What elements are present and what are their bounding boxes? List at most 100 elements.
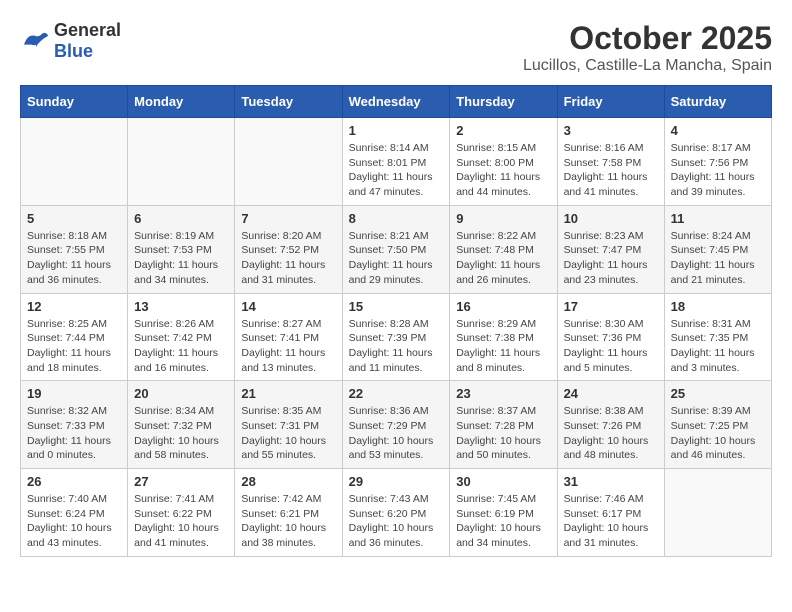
day-info: Sunrise: 7:40 AM Sunset: 6:24 PM Dayligh…: [27, 492, 121, 551]
calendar-cell: [128, 118, 235, 206]
day-info: Sunrise: 8:20 AM Sunset: 7:52 PM Dayligh…: [241, 229, 335, 288]
calendar-week-row: 5 Sunrise: 8:18 AM Sunset: 7:55 PM Daylig…: [21, 205, 772, 293]
calendar-cell: 10 Sunrise: 8:23 AM Sunset: 7:47 PM Dayli…: [557, 205, 664, 293]
calendar-cell: 20Sunrise: 8:34 AM Sunset: 7:32 PM Dayli…: [128, 381, 235, 469]
day-number: 16: [456, 299, 550, 314]
title-area: October 2025 Lucillos, Castille-La Manch…: [523, 20, 772, 75]
calendar-cell: [235, 118, 342, 206]
day-number: 8: [349, 211, 444, 226]
calendar-cell: 13 Sunrise: 8:26 AM Sunset: 7:42 PM Dayli…: [128, 293, 235, 381]
calendar-cell: 6Sunrise: 8:19 AM Sunset: 7:53 PM Daylig…: [128, 205, 235, 293]
calendar-cell: 22 Sunrise: 8:36 AM Sunset: 7:29 PM Dayli…: [342, 381, 450, 469]
weekday-header: Sunday: [21, 86, 128, 118]
calendar-cell: 19 Sunrise: 8:32 AM Sunset: 7:33 PM Dayli…: [21, 381, 128, 469]
day-number: 12: [27, 299, 121, 314]
calendar-cell: 31Sunrise: 7:46 AM Sunset: 6:17 PM Dayli…: [557, 469, 664, 557]
calendar-header-row: SundayMondayTuesdayWednesdayThursdayFrid…: [21, 86, 772, 118]
day-info: Sunrise: 8:16 AM Sunset: 7:58 PM Dayligh…: [564, 141, 658, 200]
day-number: 31: [564, 474, 658, 489]
day-info: Sunrise: 8:37 AM Sunset: 7:28 PM Dayligh…: [456, 404, 550, 463]
calendar-cell: [21, 118, 128, 206]
day-info: Sunrise: 7:41 AM Sunset: 6:22 PM Dayligh…: [134, 492, 228, 551]
day-info: Sunrise: 8:25 AM Sunset: 7:44 PM Dayligh…: [27, 317, 121, 376]
calendar-week-row: 19 Sunrise: 8:32 AM Sunset: 7:33 PM Dayli…: [21, 381, 772, 469]
calendar-table: SundayMondayTuesdayWednesdayThursdayFrid…: [20, 85, 772, 557]
calendar-cell: 28 Sunrise: 7:42 AM Sunset: 6:21 PM Dayli…: [235, 469, 342, 557]
day-info: Sunrise: 8:17 AM Sunset: 7:56 PM Dayligh…: [671, 141, 765, 200]
day-number: 28: [241, 474, 335, 489]
calendar-cell: 17 Sunrise: 8:30 AM Sunset: 7:36 PM Dayli…: [557, 293, 664, 381]
day-number: 18: [671, 299, 765, 314]
logo-bird-icon: [20, 30, 50, 52]
day-number: 22: [349, 386, 444, 401]
calendar-cell: 11Sunrise: 8:24 AM Sunset: 7:45 PM Dayli…: [664, 205, 771, 293]
day-number: 14: [241, 299, 335, 314]
calendar-cell: 14Sunrise: 8:27 AM Sunset: 7:41 PM Dayli…: [235, 293, 342, 381]
calendar-cell: 4 Sunrise: 8:17 AM Sunset: 7:56 PM Daylig…: [664, 118, 771, 206]
calendar-week-row: 26 Sunrise: 7:40 AM Sunset: 6:24 PM Dayli…: [21, 469, 772, 557]
calendar-cell: 8 Sunrise: 8:21 AM Sunset: 7:50 PM Daylig…: [342, 205, 450, 293]
location-title: Lucillos, Castille-La Mancha, Spain: [523, 57, 772, 75]
day-info: Sunrise: 7:42 AM Sunset: 6:21 PM Dayligh…: [241, 492, 335, 551]
day-info: Sunrise: 8:31 AM Sunset: 7:35 PM Dayligh…: [671, 317, 765, 376]
calendar-cell: 26 Sunrise: 7:40 AM Sunset: 6:24 PM Dayli…: [21, 469, 128, 557]
calendar-week-row: 12 Sunrise: 8:25 AM Sunset: 7:44 PM Dayli…: [21, 293, 772, 381]
day-number: 10: [564, 211, 658, 226]
logo-blue: Blue: [54, 41, 93, 61]
day-number: 30: [456, 474, 550, 489]
day-number: 29: [349, 474, 444, 489]
weekday-header: Saturday: [664, 86, 771, 118]
weekday-header: Monday: [128, 86, 235, 118]
day-number: 4: [671, 123, 765, 138]
day-number: 3: [564, 123, 658, 138]
calendar-cell: 25Sunrise: 8:39 AM Sunset: 7:25 PM Dayli…: [664, 381, 771, 469]
calendar-cell: 24 Sunrise: 8:38 AM Sunset: 7:26 PM Dayli…: [557, 381, 664, 469]
calendar-cell: [664, 469, 771, 557]
weekday-header: Friday: [557, 86, 664, 118]
calendar-cell: 27 Sunrise: 7:41 AM Sunset: 6:22 PM Dayli…: [128, 469, 235, 557]
day-info: Sunrise: 7:45 AM Sunset: 6:19 PM Dayligh…: [456, 492, 550, 551]
day-info: Sunrise: 8:30 AM Sunset: 7:36 PM Dayligh…: [564, 317, 658, 376]
day-info: Sunrise: 8:39 AM Sunset: 7:25 PM Dayligh…: [671, 404, 765, 463]
calendar-cell: 30 Sunrise: 7:45 AM Sunset: 6:19 PM Dayli…: [450, 469, 557, 557]
month-title: October 2025: [523, 20, 772, 57]
calendar-cell: 18 Sunrise: 8:31 AM Sunset: 7:35 PM Dayli…: [664, 293, 771, 381]
day-info: Sunrise: 8:23 AM Sunset: 7:47 PM Dayligh…: [564, 229, 658, 288]
day-info: Sunrise: 8:21 AM Sunset: 7:50 PM Dayligh…: [349, 229, 444, 288]
day-info: Sunrise: 8:26 AM Sunset: 7:42 PM Dayligh…: [134, 317, 228, 376]
calendar-cell: 12 Sunrise: 8:25 AM Sunset: 7:44 PM Dayli…: [21, 293, 128, 381]
day-info: Sunrise: 7:43 AM Sunset: 6:20 PM Dayligh…: [349, 492, 444, 551]
day-info: Sunrise: 8:34 AM Sunset: 7:32 PM Dayligh…: [134, 404, 228, 463]
logo-general: General: [54, 20, 121, 40]
page-header: General Blue October 2025 Lucillos, Cast…: [20, 20, 772, 75]
day-info: Sunrise: 8:19 AM Sunset: 7:53 PM Dayligh…: [134, 229, 228, 288]
day-info: Sunrise: 8:22 AM Sunset: 7:48 PM Dayligh…: [456, 229, 550, 288]
day-number: 1: [349, 123, 444, 138]
day-number: 24: [564, 386, 658, 401]
day-info: Sunrise: 8:29 AM Sunset: 7:38 PM Dayligh…: [456, 317, 550, 376]
weekday-header: Thursday: [450, 86, 557, 118]
logo: General Blue: [20, 20, 121, 62]
day-number: 27: [134, 474, 228, 489]
day-info: Sunrise: 8:36 AM Sunset: 7:29 PM Dayligh…: [349, 404, 444, 463]
day-info: Sunrise: 8:28 AM Sunset: 7:39 PM Dayligh…: [349, 317, 444, 376]
calendar-cell: 29 Sunrise: 7:43 AM Sunset: 6:20 PM Dayli…: [342, 469, 450, 557]
day-number: 15: [349, 299, 444, 314]
calendar-cell: 21Sunrise: 8:35 AM Sunset: 7:31 PM Dayli…: [235, 381, 342, 469]
day-info: Sunrise: 8:32 AM Sunset: 7:33 PM Dayligh…: [27, 404, 121, 463]
day-info: Sunrise: 8:15 AM Sunset: 8:00 PM Dayligh…: [456, 141, 550, 200]
day-number: 5: [27, 211, 121, 226]
day-number: 26: [27, 474, 121, 489]
day-number: 13: [134, 299, 228, 314]
day-number: 19: [27, 386, 121, 401]
day-number: 2: [456, 123, 550, 138]
day-info: Sunrise: 8:35 AM Sunset: 7:31 PM Dayligh…: [241, 404, 335, 463]
day-number: 7: [241, 211, 335, 226]
logo-text: General Blue: [54, 20, 121, 62]
calendar-cell: 5 Sunrise: 8:18 AM Sunset: 7:55 PM Daylig…: [21, 205, 128, 293]
day-number: 9: [456, 211, 550, 226]
day-info: Sunrise: 8:18 AM Sunset: 7:55 PM Dayligh…: [27, 229, 121, 288]
day-info: Sunrise: 8:38 AM Sunset: 7:26 PM Dayligh…: [564, 404, 658, 463]
day-number: 17: [564, 299, 658, 314]
weekday-header: Tuesday: [235, 86, 342, 118]
